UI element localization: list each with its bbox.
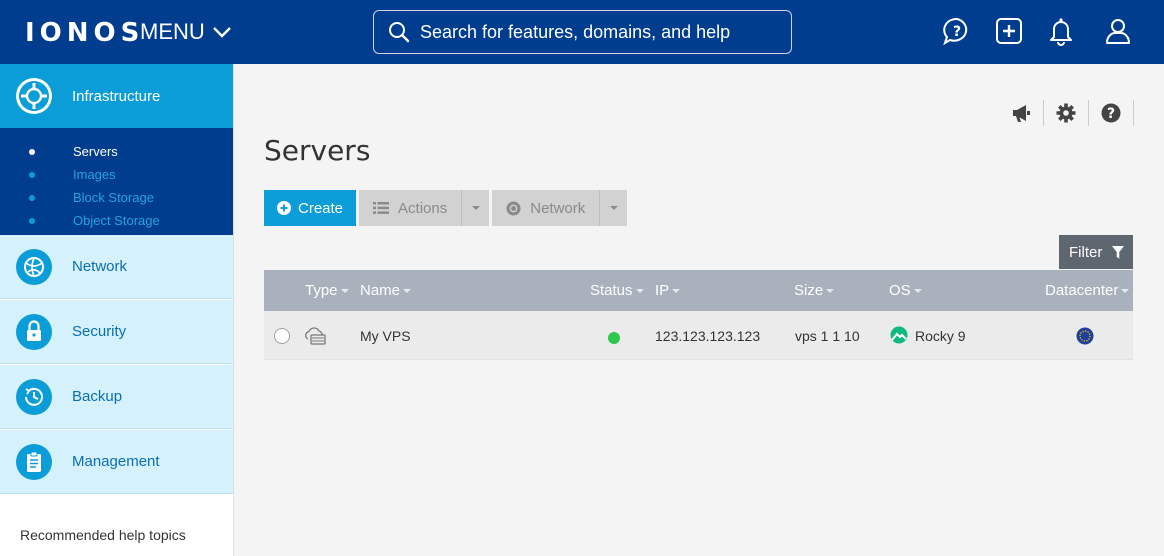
subnav-label: Object Storage: [73, 213, 160, 228]
sidebar-item-infrastructure[interactable]: Infrastructure: [0, 64, 233, 136]
filter-button[interactable]: Filter: [1059, 235, 1133, 269]
network-button-label: Network: [530, 199, 586, 217]
server-ip: 123.123.123.123: [655, 328, 761, 344]
sidebar-item-label: Network: [72, 258, 128, 275]
sidebar-item-network[interactable]: Network: [0, 235, 233, 299]
subnav-item-object-storage[interactable]: Object Storage: [0, 209, 233, 232]
subnav-item-servers[interactable]: Servers: [0, 140, 233, 163]
funnel-icon: [1112, 245, 1125, 258]
servers-table: Type Name Status IP Size OS Datacenter M…: [264, 270, 1133, 360]
column-header-name[interactable]: Name: [360, 282, 412, 299]
help-icon[interactable]: ?: [1089, 100, 1134, 126]
page-title: Servers: [264, 134, 371, 167]
ionos-logo[interactable]: IONOS: [25, 18, 144, 48]
caret-down-icon: [609, 206, 618, 210]
sort-caret-icon: [403, 288, 412, 293]
sort-caret-icon: [826, 288, 835, 293]
list-icon: [373, 202, 390, 214]
create-button[interactable]: Create: [264, 190, 357, 226]
menu-label: MENU: [140, 19, 205, 44]
table-header: Type Name Status IP Size OS Datacenter: [264, 270, 1133, 311]
plus-circle-icon: [277, 201, 291, 215]
actions-dropdown-toggle[interactable]: [462, 190, 489, 226]
rocky-linux-icon: [890, 326, 908, 344]
bell-icon[interactable]: [1046, 16, 1076, 46]
main-content: ? Servers Create Actions Network Filter: [234, 64, 1164, 556]
infrastructure-icon: [16, 78, 52, 114]
column-header-status[interactable]: Status: [590, 282, 644, 299]
sidebar: Infrastructure Servers Images Block Stor…: [0, 64, 234, 556]
table-row[interactable]: My VPS 123.123.123.123 vps 1 1 10 Rocky …: [264, 311, 1133, 360]
svg-text:?: ?: [953, 24, 961, 40]
status-running-indicator: [608, 332, 620, 344]
network-icon: [506, 201, 521, 215]
column-label: Type: [305, 282, 338, 299]
network-button[interactable]: Network: [492, 190, 628, 226]
sort-caret-icon: [1121, 288, 1130, 293]
network-globe-icon: [16, 248, 52, 285]
lock-icon: [16, 313, 52, 350]
subnav-item-images[interactable]: Images: [0, 163, 233, 186]
clipboard-icon: [16, 443, 52, 480]
cloud-server-icon: [305, 327, 326, 345]
column-label: OS: [889, 282, 911, 299]
sidebar-item-label: Management: [72, 453, 160, 470]
search-input[interactable]: [420, 21, 770, 43]
sidebar-item-security[interactable]: Security: [0, 300, 233, 364]
eu-flag-icon: [1076, 327, 1094, 345]
row-select-radio[interactable]: [274, 328, 290, 344]
sort-caret-icon: [635, 288, 644, 293]
top-header: IONOS MENU ?: [0, 0, 1164, 64]
sidebar-subnav: Servers Images Block Storage Object Stor…: [0, 128, 233, 235]
sidebar-item-label: Infrastructure: [72, 87, 161, 105]
column-label: Datacenter: [1045, 282, 1119, 299]
sort-caret-icon: [913, 288, 922, 293]
help-bubble-icon[interactable]: ?: [942, 16, 972, 46]
sort-caret-icon: [672, 288, 681, 293]
server-name[interactable]: My VPS: [360, 328, 411, 344]
add-icon[interactable]: [994, 16, 1024, 46]
actions-button[interactable]: Actions: [359, 190, 490, 226]
megaphone-icon[interactable]: [999, 100, 1044, 126]
column-label: IP: [655, 282, 670, 299]
column-header-size[interactable]: Size: [794, 282, 835, 299]
clock-backup-icon: [16, 378, 52, 415]
search-icon: [389, 22, 410, 43]
user-icon[interactable]: [1103, 16, 1133, 46]
search-box[interactable]: [373, 10, 792, 54]
column-label: Name: [360, 282, 401, 299]
sort-caret-icon: [340, 288, 349, 293]
column-label: Size: [794, 282, 824, 299]
caret-down-icon: [471, 206, 480, 210]
subnav-label: Servers: [73, 144, 118, 159]
sidebar-item-backup[interactable]: Backup: [0, 365, 233, 429]
menu-button[interactable]: MENU: [140, 19, 231, 45]
sidebar-item-label: Backup: [72, 388, 123, 405]
utility-icons: ?: [999, 100, 1134, 126]
svg-text:?: ?: [1107, 106, 1115, 122]
gear-icon[interactable]: [1044, 100, 1089, 126]
subnav-label: Block Storage: [73, 190, 154, 205]
sidebar-item-label: Security: [72, 323, 127, 340]
subnav-label: Images: [73, 167, 116, 182]
recommended-help-topics: Recommended help topics: [20, 527, 186, 543]
toolbar: Create Actions Network: [264, 190, 628, 226]
server-os: Rocky 9: [915, 328, 966, 344]
create-button-label: Create: [298, 199, 344, 217]
network-dropdown-toggle[interactable]: [600, 190, 627, 226]
chevron-down-icon: [212, 27, 231, 38]
column-header-os[interactable]: OS: [889, 282, 922, 299]
column-header-datacenter[interactable]: Datacenter: [1045, 282, 1130, 299]
actions-button-label: Actions: [398, 199, 448, 217]
sidebar-item-management[interactable]: Management: [0, 430, 233, 494]
column-header-type[interactable]: Type: [305, 282, 349, 299]
filter-label: Filter: [1069, 243, 1103, 261]
subnav-item-block-storage[interactable]: Block Storage: [0, 186, 233, 209]
column-label: Status: [590, 282, 633, 299]
column-header-ip[interactable]: IP: [655, 282, 681, 299]
server-size: vps 1 1 10: [795, 328, 860, 344]
